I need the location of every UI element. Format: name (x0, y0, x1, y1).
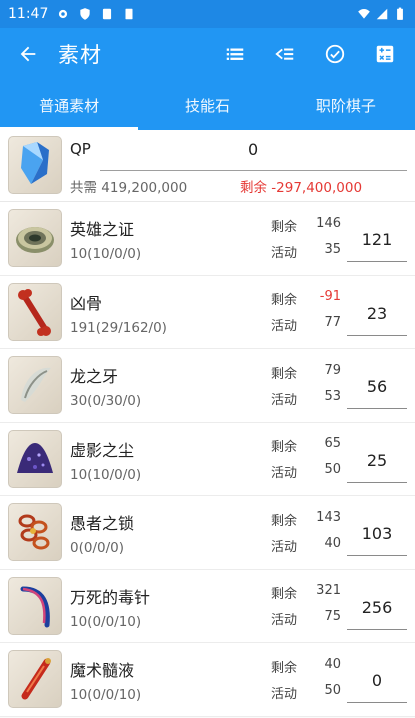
material-row[interactable]: 龙之牙 30(0/30/0) 剩余 79 活动 53 56 (0, 349, 415, 423)
remain-value: 40 (324, 656, 341, 672)
quantity-input[interactable]: 25 (347, 439, 407, 483)
gear-icon (59, 9, 68, 19)
bone-icon (8, 282, 62, 341)
remain-label: 剩余 (271, 293, 298, 309)
material-name: 英雄之证 (70, 220, 135, 240)
material-detail: 10(10/0/0) (70, 246, 142, 263)
tab-class-pieces[interactable]: 职阶棋子 (277, 80, 415, 130)
remain-label: 剩余 (271, 660, 298, 676)
remain-value: -91 (319, 289, 341, 305)
wifi-icon (358, 9, 370, 19)
event-value: 77 (324, 315, 341, 331)
calculator-button[interactable] (373, 42, 397, 66)
status-time: 11:47 (8, 6, 49, 22)
remain-label: 剩余 (271, 219, 298, 235)
sort-list-icon (275, 48, 294, 60)
material-name: 愚者之锁 (70, 514, 135, 534)
event-label: 活动 (271, 539, 298, 555)
qp-name: QP (70, 140, 91, 158)
dust-icon (8, 429, 62, 488)
vial-icon (8, 650, 62, 709)
document-icon (125, 8, 133, 20)
material-row[interactable]: 愚者之锁 0(0/0/0) 剩余 143 活动 40 103 (0, 496, 415, 570)
event-value: 50 (324, 462, 341, 478)
app-bar: 素材 (0, 28, 415, 80)
qp-value-input[interactable]: 0 (248, 140, 258, 159)
quantity-input[interactable]: 23 (347, 292, 407, 336)
event-label: 活动 (271, 686, 298, 702)
qp-icon (8, 136, 62, 194)
qp-remaining: 剩余 -297,400,000 (240, 180, 363, 196)
material-detail: 191(29/162/0) (70, 319, 167, 336)
remain-value: 65 (324, 436, 341, 452)
quantity-input[interactable]: 103 (347, 512, 407, 557)
list-view-button[interactable] (223, 42, 247, 66)
material-row[interactable]: 万死的毒针 10(0/0/10) 剩余 321 活动 75 256 (0, 570, 415, 643)
qp-input-underline (100, 170, 407, 171)
material-detail: 10(0/0/10) (70, 613, 142, 630)
tab-bar: 普通素材 技能石 职阶棋子 (0, 80, 415, 130)
remain-label: 剩余 (271, 366, 298, 382)
material-name: 虚影之尘 (70, 440, 135, 460)
quantity-input[interactable]: 121 (347, 218, 407, 263)
event-value: 75 (324, 609, 341, 625)
material-detail: 10(0/0/10) (70, 687, 142, 704)
battery-icon (397, 7, 403, 20)
back-button[interactable] (12, 38, 44, 70)
remain-label: 剩余 (271, 513, 298, 529)
check-circle-icon (325, 44, 345, 64)
status-bar: 11:47 (0, 0, 415, 28)
material-row[interactable]: 英雄之证 10(10/0/0) 剩余 146 活动 35 121 (0, 202, 415, 276)
material-row[interactable]: 虚影之尘 10(10/0/0) 剩余 65 活动 50 25 (0, 423, 415, 496)
needle-icon (8, 576, 62, 635)
remain-value: 146 (316, 215, 341, 231)
quantity-input[interactable]: 256 (347, 586, 407, 630)
signal-icon (376, 8, 388, 20)
event-value: 53 (324, 388, 341, 404)
qp-total-needed: 共需 419,200,000 (70, 180, 188, 196)
material-list: QP 0 共需 419,200,000 剩余 -297,400,000 英雄之证… (0, 130, 415, 717)
event-value: 50 (324, 682, 341, 698)
remain-value: 321 (316, 583, 341, 599)
emblem-icon (8, 209, 62, 268)
remain-value: 143 (316, 509, 341, 525)
calculator-icon (376, 45, 394, 63)
quantity-input[interactable]: 0 (347, 659, 407, 704)
material-detail: 30(0/30/0) (70, 393, 142, 410)
fang-icon (8, 356, 62, 415)
page-title: 素材 (58, 43, 102, 67)
material-name: 凶骨 (70, 293, 103, 313)
shield-icon (80, 8, 91, 20)
material-name: 龙之牙 (70, 367, 119, 387)
event-label: 活动 (271, 613, 298, 629)
material-name: 魔术髓液 (70, 661, 135, 681)
event-label: 活动 (271, 245, 298, 261)
material-row[interactable]: 凶骨 191(29/162/0) 剩余 -91 活动 77 23 (0, 276, 415, 349)
material-detail: 0(0/0/0) (70, 540, 124, 557)
event-label: 活动 (271, 466, 298, 482)
material-name: 万死的毒针 (70, 587, 151, 607)
remain-label: 剩余 (271, 440, 298, 456)
confirm-button[interactable] (323, 42, 347, 66)
event-label: 活动 (271, 319, 298, 335)
tab-skill-gems[interactable]: 技能石 (138, 80, 276, 130)
material-detail: 10(10/0/0) (70, 466, 142, 483)
material-row[interactable]: 魔术髓液 10(0/0/10) 剩余 40 活动 50 0 (0, 643, 415, 717)
qp-row[interactable]: QP 0 共需 419,200,000 剩余 -297,400,000 (0, 130, 415, 202)
event-value: 40 (324, 535, 341, 551)
tab-common-materials[interactable]: 普通素材 (0, 80, 138, 130)
list-icon (226, 48, 244, 60)
remain-value: 79 (324, 362, 341, 378)
sim-card-icon (103, 8, 112, 20)
remain-label: 剩余 (271, 587, 298, 603)
quantity-input[interactable]: 56 (347, 365, 407, 410)
filter-list-button[interactable] (273, 42, 297, 66)
chain-icon (8, 503, 62, 562)
event-value: 35 (324, 241, 341, 257)
arrow-left-icon (20, 46, 36, 62)
event-label: 活动 (271, 392, 298, 408)
